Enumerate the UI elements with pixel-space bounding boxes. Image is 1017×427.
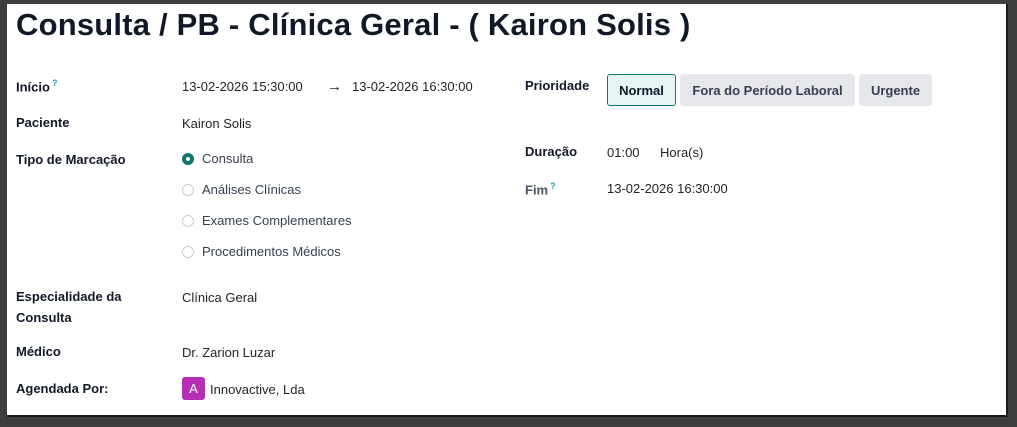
radio-option-analises[interactable]: Análises Clínicas: [182, 182, 301, 197]
inicio-start-field[interactable]: 13-02-2026 15:30:00: [182, 79, 303, 94]
medico-label: Médico: [16, 344, 61, 359]
agendada-por-label: Agendada Por:: [16, 381, 109, 396]
radio-option-label: Consulta: [202, 151, 254, 166]
help-icon[interactable]: ?: [550, 181, 556, 191]
duracao-field[interactable]: 01:00: [607, 145, 640, 160]
priority-urgente-button[interactable]: Urgente: [859, 74, 932, 106]
priority-fora-periodo-button[interactable]: Fora do Período Laboral: [680, 74, 855, 106]
prioridade-label: Prioridade: [525, 78, 590, 93]
paciente-label: Paciente: [16, 115, 70, 130]
radio-option-label: Exames Complementares: [202, 213, 352, 228]
priority-normal-button[interactable]: Normal: [607, 74, 676, 106]
radio-unchecked-icon[interactable]: [182, 214, 194, 227]
paciente-field[interactable]: Kairon Solis: [182, 116, 251, 131]
help-icon[interactable]: ?: [52, 78, 58, 88]
radio-option-label: Análises Clínicas: [202, 182, 301, 197]
arrow-right-icon: →: [327, 78, 342, 95]
avatar: A: [182, 377, 205, 400]
duracao-unit: Hora(s): [660, 145, 704, 160]
especialidade-label-line2: Consulta: [16, 310, 72, 325]
inicio-end-field[interactable]: 13-02-2026 16:30:00: [352, 79, 473, 94]
radio-unchecked-icon[interactable]: [182, 183, 194, 196]
especialidade-label-line1: Especialidade da: [16, 289, 122, 304]
radio-option-label: Procedimentos Médicos: [202, 244, 341, 259]
inicio-label: Início?: [16, 78, 57, 94]
radio-option-procedimentos[interactable]: Procedimentos Médicos: [182, 244, 341, 259]
form-sheet: Consulta / PB - Clínica Geral - ( Kairon…: [7, 4, 1008, 417]
page-title: Consulta / PB - Clínica Geral - ( Kairon…: [16, 7, 691, 42]
especialidade-field[interactable]: Clínica Geral: [182, 290, 257, 305]
radio-unchecked-icon[interactable]: [182, 245, 194, 258]
radio-option-consulta[interactable]: Consulta: [182, 151, 253, 166]
duracao-label: Duração: [525, 144, 578, 159]
fim-field: 13-02-2026 16:30:00: [607, 181, 728, 196]
tipo-marcacao-label: Tipo de Marcação: [16, 152, 126, 167]
radio-option-exames[interactable]: Exames Complementares: [182, 213, 352, 228]
fim-label-text: Fim: [525, 182, 549, 198]
radio-checked-icon[interactable]: [182, 152, 194, 165]
window-frame: Consulta / PB - Clínica Geral - ( Kairon…: [0, 0, 1017, 427]
agendada-por-field[interactable]: Innovactive, Lda: [210, 382, 305, 397]
inicio-label-text: Início: [16, 79, 50, 95]
medico-field[interactable]: Dr. Zarion Luzar: [182, 345, 275, 360]
fim-label: Fim?: [525, 181, 556, 197]
